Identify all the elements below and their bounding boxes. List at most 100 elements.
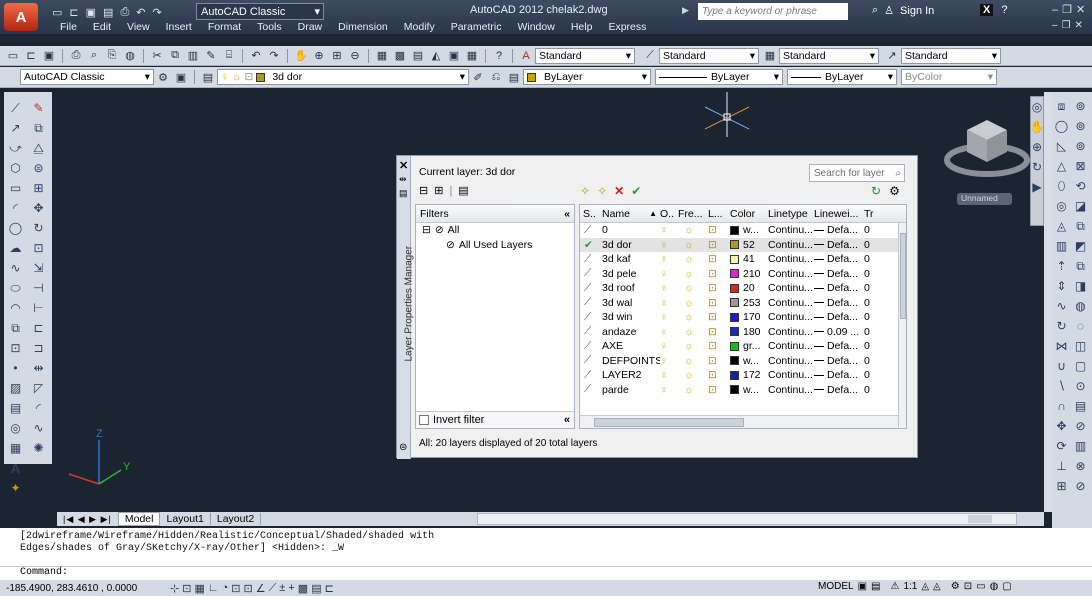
lock-ui-icon[interactable]: ⊡ [964, 581, 972, 592]
intersect-icon[interactable]: ∩ [1053, 396, 1070, 416]
layer-transparency[interactable]: 0 [864, 253, 886, 265]
application-menu-button[interactable]: A [4, 3, 38, 31]
chamfer-icon[interactable]: ◸ [30, 378, 47, 398]
thaw-sun-icon[interactable]: ☼ [678, 326, 708, 338]
extrude-icon[interactable]: ⇡ [1053, 256, 1070, 276]
col-lock[interactable]: L... [708, 208, 730, 220]
layer-name[interactable]: 3d pele [600, 268, 660, 280]
menu-view[interactable]: View [119, 21, 158, 33]
binoculars-icon[interactable]: ⌕ [872, 4, 878, 17]
rotate-icon[interactable]: ↻ [30, 218, 47, 238]
layer-linetype[interactable]: Continu... [768, 311, 814, 323]
make-current-icon[interactable]: ✐ [471, 70, 485, 84]
explode-icon[interactable]: ✺ [30, 438, 47, 458]
rectangle-icon[interactable]: ▭ [7, 178, 24, 198]
layer-linetype[interactable]: Continu... [768, 282, 814, 294]
tab-layout2[interactable]: Layout2 [211, 513, 262, 525]
layer-color[interactable]: w... [730, 384, 768, 396]
zoom-previous-icon[interactable]: ⊖ [348, 49, 362, 63]
thaw-sun-icon[interactable]: ☼ [678, 282, 708, 294]
dyn-icon[interactable]: ± [279, 582, 285, 594]
array-icon[interactable]: ⊞ [30, 178, 47, 198]
layer-transparency[interactable]: 0 [864, 340, 886, 352]
break-icon[interactable]: ⊐ [30, 338, 47, 358]
layer-name[interactable]: DEFPOINTS [600, 355, 660, 367]
help-icon[interactable]: ? [492, 49, 506, 63]
hardware-acceleration-icon[interactable]: ▭ [976, 581, 985, 592]
layer-linetype[interactable]: Continu... [768, 340, 814, 352]
model-space-toggle[interactable]: MODEL [818, 581, 854, 592]
on-bulb-icon[interactable]: ♀ [660, 239, 678, 251]
on-bulb-icon[interactable]: ♀ [660, 311, 678, 323]
thicken-icon[interactable]: ▥ [1072, 436, 1089, 456]
menu-express[interactable]: Express [600, 21, 654, 33]
scroll-thumb[interactable] [968, 515, 992, 523]
layer-row[interactable]: ⟋ parde ♀ ☼ ⊡ w... Continu... Defa... 0 [580, 383, 906, 398]
ortho-icon[interactable]: ∟ [208, 582, 219, 594]
qp-icon[interactable]: ▤ [311, 582, 321, 595]
layer-row[interactable]: ⟋ 0 ♀ ☼ ⊡ w... Continu... Defa... 0 [580, 223, 906, 238]
layer-lineweight[interactable]: Defa... [814, 268, 864, 280]
circle-icon[interactable]: ◯ [7, 218, 24, 238]
revcloud-icon[interactable]: ☁ [7, 238, 24, 258]
new-layer-vp-frozen-icon[interactable]: ✧ [597, 184, 607, 198]
layer-linetype[interactable]: Continu... [768, 326, 814, 338]
tree-collapse-icon[interactable]: ⊟ [422, 224, 431, 236]
menu-file[interactable]: File [52, 21, 85, 33]
cylinder-icon[interactable]: ⬯ [1053, 176, 1070, 196]
thaw-sun-icon[interactable]: ☼ [678, 311, 708, 323]
on-bulb-icon[interactable]: ♀ [660, 297, 678, 309]
zoom-window-icon[interactable]: ⊞ [330, 49, 344, 63]
help-search-input[interactable]: Type a keyword or phrase [698, 3, 848, 20]
lineweight-select[interactable]: ByLayer ▾ [787, 69, 897, 85]
open-icon[interactable]: ⊏ [24, 49, 38, 63]
revolve-icon[interactable]: ↻ [1053, 316, 1070, 336]
layer-transparency[interactable]: 0 [864, 297, 886, 309]
quick-view-layouts-icon[interactable]: ▣ [858, 581, 867, 592]
palette-title-strip[interactable]: ✕ ⇹ ▤ Layer Properties Manager ⊜ [397, 156, 415, 459]
layer-color[interactable]: 52 [730, 239, 768, 251]
saveas-icon[interactable]: ▤ [103, 6, 113, 19]
clean-icon[interactable]: ◌ [1072, 316, 1089, 336]
layer-lineweight[interactable]: Defa... [814, 369, 864, 381]
layer-color[interactable]: w... [730, 355, 768, 367]
tab-model[interactable]: Model [117, 512, 161, 526]
new-group-filter-icon[interactable]: ⊞ [434, 184, 443, 197]
annotation-visibility-icon[interactable]: ◬ [921, 581, 929, 592]
layer-name[interactable]: 0 [600, 224, 660, 236]
orbit-icon[interactable]: ↻ [1031, 157, 1043, 177]
unlock-icon[interactable]: ⊡ [708, 326, 730, 338]
unlock-icon[interactable]: ⊡ [708, 340, 730, 352]
filter-tree-item[interactable]: ⊘ All Used Layers [416, 238, 574, 253]
offset-faces-icon[interactable]: ⊚ [1072, 136, 1089, 156]
layer-select[interactable]: ♀ ☼ ⊡ 3d dor ▾ [217, 69, 469, 85]
layer-transparency[interactable]: 0 [864, 326, 886, 338]
layer-name[interactable]: 3d dor [600, 239, 660, 251]
restore-icon[interactable]: ❐ [1062, 3, 1072, 16]
redo-icon[interactable]: ↷ [267, 49, 281, 63]
help-icon[interactable]: ? [1001, 4, 1007, 16]
sweep-icon[interactable]: ∿ [1053, 296, 1070, 316]
layer-row[interactable]: ⟋ 3d kaf ♀ ☼ ⊡ 41 Continu... Defa... 0 [580, 252, 906, 267]
make-block-icon[interactable]: ⊡ [7, 338, 24, 358]
thaw-sun-icon[interactable]: ☼ [678, 384, 708, 396]
layer-row[interactable]: ⟋ 3d pele ♀ ☼ ⊡ 210 Continu... Defa... 0 [580, 267, 906, 282]
layer-row[interactable]: ⟋ DEFPOINTS ♀ ☼ ⊡ w... Continu... Defa... 0 [580, 354, 906, 369]
col-transparency[interactable]: Tr [864, 208, 886, 220]
command-input[interactable]: Command: [0, 566, 1092, 580]
erase-icon[interactable]: ✎ [30, 98, 47, 118]
otrack-icon[interactable]: ∠ [256, 582, 266, 595]
zoom-realtime-icon[interactable]: ⊕ [312, 49, 326, 63]
interfere-icon[interactable]: ⊗ [1072, 456, 1089, 476]
layer-name[interactable]: LAYER2 [600, 369, 660, 381]
doc-close-icon[interactable]: ✕ [1075, 20, 1083, 31]
section-plane-icon[interactable]: ▤ [1072, 396, 1089, 416]
layer-row[interactable]: ⟋ 3d win ♀ ☼ ⊡ 170 Continu... Defa... 0 [580, 310, 906, 325]
layer-states-manager-icon[interactable]: ▤ [458, 184, 468, 197]
mleader-style-select[interactable]: Standard ▾ [901, 47, 1001, 64]
color-select[interactable]: ByLayer ▾ [523, 69, 651, 85]
menu-tools[interactable]: Tools [249, 21, 290, 33]
undo-icon[interactable]: ↶ [249, 49, 263, 63]
shell-icon[interactable]: ▢ [1072, 356, 1089, 376]
insert-block-icon[interactable]: ⧉ [7, 318, 24, 338]
